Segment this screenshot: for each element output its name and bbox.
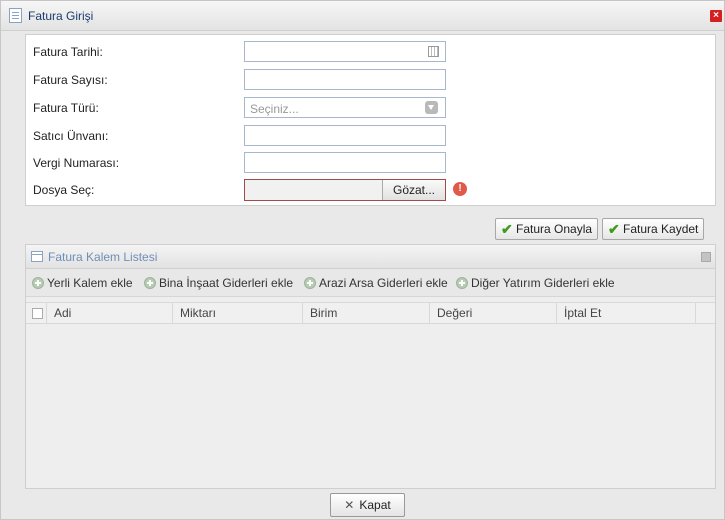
add-local-item-label: Yerli Kalem ekle: [47, 276, 133, 290]
add-icon: [32, 277, 44, 289]
confirm-invoice-label: Fatura Onayla: [516, 222, 593, 236]
warning-icon: !: [453, 182, 467, 196]
tax-number-field[interactable]: [244, 152, 446, 173]
invoice-number-label: Fatura Sayısı:: [33, 73, 108, 87]
seller-title-field[interactable]: [244, 125, 446, 146]
list-icon: [31, 251, 43, 262]
add-building-costs-label: Bina İnşaat Giderleri ekle: [159, 276, 294, 290]
add-land-costs-button[interactable]: Arazi Arsa Giderleri ekle: [304, 276, 448, 290]
select-all-cell: [26, 303, 47, 324]
chevron-down-icon[interactable]: [425, 101, 438, 114]
invoice-type-label: Fatura Türü:: [33, 101, 99, 115]
save-invoice-label: Fatura Kaydet: [623, 222, 699, 236]
tax-number-label: Vergi Numarası:: [33, 156, 120, 170]
close-button[interactable]: ✕ Kapat: [330, 493, 405, 517]
confirm-invoice-button[interactable]: ✔ Fatura Onayla: [495, 218, 599, 240]
grid-body: [26, 325, 715, 488]
calendar-icon[interactable]: [428, 46, 439, 57]
add-local-item-button[interactable]: Yerli Kalem ekle: [32, 276, 133, 290]
add-icon: [304, 277, 316, 289]
invoice-date-field[interactable]: [244, 41, 446, 62]
items-toolbar: Yerli Kalem ekle Bina İnşaat Giderleri e…: [26, 269, 715, 297]
file-select-label: Dosya Seç:: [33, 183, 95, 197]
file-input[interactable]: Gözat...: [244, 179, 446, 201]
browse-button[interactable]: Gözat...: [382, 180, 445, 200]
save-invoice-button[interactable]: ✔ Fatura Kaydet: [602, 218, 705, 240]
document-icon: [9, 8, 22, 23]
add-icon: [456, 277, 468, 289]
invoice-number-field[interactable]: [244, 69, 446, 90]
select-all-checkbox[interactable]: [32, 308, 43, 319]
add-other-investment-button[interactable]: Diğer Yatırım Giderleri ekle: [456, 276, 615, 290]
add-other-investment-label: Diğer Yatırım Giderleri ekle: [471, 276, 615, 290]
seller-title-label: Satıcı Ünvanı:: [33, 129, 109, 143]
title-bar: Fatura Girişi ×: [1, 1, 724, 31]
window-title: Fatura Girişi: [28, 9, 94, 23]
add-land-costs-label: Arazi Arsa Giderleri ekle: [319, 276, 448, 290]
add-icon: [144, 277, 156, 289]
invoice-type-select[interactable]: Seçiniz...: [244, 97, 446, 118]
column-header-unit[interactable]: Birim: [303, 303, 430, 324]
close-icon: ✕: [344, 498, 355, 512]
close-button-label: Kapat: [359, 498, 391, 512]
column-header-cancel[interactable]: İptal Et: [557, 303, 696, 324]
invoice-items-panel: Fatura Kalem Listesi Yerli Kalem ekle Bi…: [25, 244, 716, 489]
invoice-entry-dialog: Fatura Girişi × Fatura Tarihi: Fatura Sa…: [0, 0, 725, 520]
column-header-value[interactable]: Değeri: [430, 303, 557, 324]
invoice-form: Fatura Tarihi: Fatura Sayısı: Fatura Tür…: [25, 34, 716, 206]
add-building-costs-button[interactable]: Bina İnşaat Giderleri ekle: [144, 276, 293, 290]
check-icon: ✔: [608, 221, 620, 237]
grid-header: Adi Miktarı Birim Değeri İptal Et: [26, 302, 715, 324]
check-icon: ✔: [501, 221, 513, 237]
column-header-name[interactable]: Adi: [47, 303, 173, 324]
close-icon[interactable]: ×: [710, 10, 722, 22]
invoice-type-placeholder: Seçiniz...: [250, 102, 299, 116]
panel-title: Fatura Kalem Listesi: [48, 250, 158, 264]
column-header-quantity[interactable]: Miktarı: [173, 303, 303, 324]
invoice-date-label: Fatura Tarihi:: [33, 45, 103, 59]
panel-header: Fatura Kalem Listesi: [26, 245, 715, 269]
collapse-icon[interactable]: [701, 252, 711, 262]
